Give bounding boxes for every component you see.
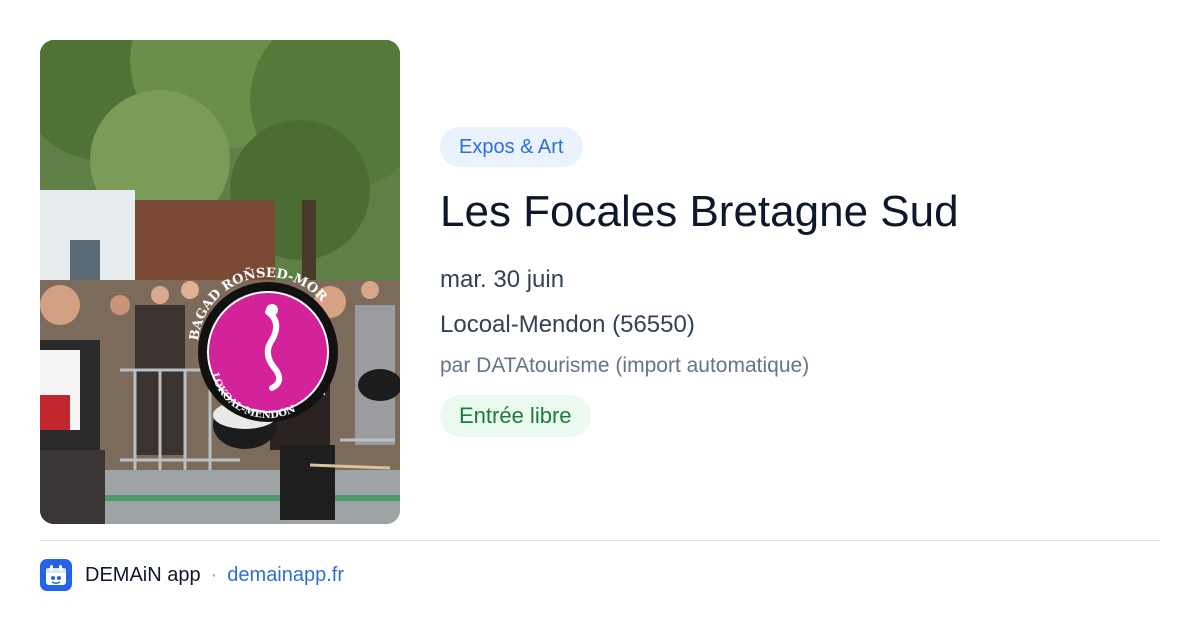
event-photo: BAGAD ROÑSED-MOR LOKOAL-MENDON [40, 40, 400, 524]
event-source: par DATAtourisme (import automatique) [440, 354, 810, 377]
footer: DEMAiN app · demainapp.fr [40, 558, 344, 592]
event-share-card: BAGAD ROÑSED-MOR LOKOAL-MENDON Expos & A… [0, 0, 1200, 630]
demain-app-icon [40, 559, 72, 591]
footer-separator: · [210, 563, 218, 586]
app-url-link[interactable]: demainapp.fr [227, 564, 344, 587]
category-badge[interactable]: Expos & Art [440, 127, 583, 167]
event-info: Expos & Art Les Focales Bretagne Sud mar… [440, 127, 1160, 437]
event-title: Les Focales Bretagne Sud [440, 187, 959, 236]
event-photo-illustration: BAGAD ROÑSED-MOR LOKOAL-MENDON [40, 40, 400, 524]
event-date: mar. 30 juin [440, 266, 565, 293]
app-name: DEMAiN app [85, 563, 201, 586]
price-badge: Entrée libre [440, 395, 591, 437]
footer-divider [40, 540, 1160, 541]
event-location: Locoal-Mendon (56550) [440, 311, 695, 338]
